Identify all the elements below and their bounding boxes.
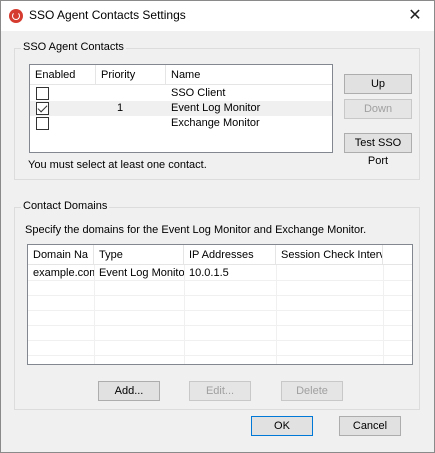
domains-list-header: Domain Na Type IP Addresses Session Chec… <box>28 245 412 265</box>
close-icon[interactable]: ✕ <box>404 5 426 27</box>
contact-name: Exchange Monitor <box>171 117 260 129</box>
contact-name: Event Log Monitor <box>171 102 261 114</box>
contact-domains-group: Contact Domains Specify the domains for … <box>14 200 420 410</box>
column-header-domain-name[interactable]: Domain Na <box>28 245 94 265</box>
delete-button[interactable]: Delete <box>281 381 343 401</box>
column-header-enabled[interactable]: Enabled <box>30 65 96 85</box>
edit-button[interactable]: Edit... <box>189 381 251 401</box>
domain-name: example.com <box>33 267 94 279</box>
window-title: SSO Agent Contacts Settings <box>29 8 186 22</box>
title-bar: SSO Agent Contacts Settings ✕ <box>1 1 434 31</box>
empty-row <box>28 296 412 311</box>
contact-domains-group-title: Contact Domains <box>21 200 110 212</box>
down-button[interactable]: Down <box>344 99 412 119</box>
sso-agent-contacts-group-title: SSO Agent Contacts <box>21 41 126 53</box>
dialog-window: SSO Agent Contacts Settings ✕ SSO Agent … <box>0 0 435 453</box>
contact-row-event-log-monitor[interactable]: 1 Event Log Monitor <box>30 101 332 116</box>
cancel-button[interactable]: Cancel <box>339 416 401 436</box>
domains-list[interactable]: Domain Na Type IP Addresses Session Chec… <box>27 244 413 365</box>
contact-priority: 1 <box>117 102 124 114</box>
domain-type: Event Log Monitor <box>99 267 184 279</box>
contact-priority <box>96 116 166 131</box>
domain-ip: 10.0.1.5 <box>189 267 229 279</box>
contacts-list[interactable]: Enabled Priority Name SSO Client 1 Event… <box>29 64 333 153</box>
column-header-session-check-interval[interactable]: Session Check Interval <box>276 245 383 265</box>
domain-interval <box>276 266 383 281</box>
column-header-ip-addresses[interactable]: IP Addresses <box>184 245 276 265</box>
contact-priority <box>96 86 166 101</box>
empty-row <box>28 341 412 356</box>
test-sso-port-button[interactable]: Test SSO Port <box>344 133 412 167</box>
column-header-priority[interactable]: Priority <box>96 65 166 85</box>
add-button[interactable]: Add... <box>98 381 160 401</box>
contacts-list-header: Enabled Priority Name <box>30 65 332 85</box>
enabled-checkbox-exchange-monitor[interactable] <box>36 117 49 130</box>
enabled-checkbox-event-log-monitor[interactable] <box>36 102 49 115</box>
up-button[interactable]: Up <box>344 74 412 94</box>
enabled-checkbox-sso-client[interactable] <box>36 87 49 100</box>
app-logo-icon <box>9 9 23 23</box>
column-header-type[interactable]: Type <box>94 245 184 265</box>
contacts-hint: You must select at least one contact. <box>28 159 207 171</box>
empty-row <box>28 311 412 326</box>
empty-row <box>28 281 412 296</box>
domains-description: Specify the domains for the Event Log Mo… <box>25 224 367 236</box>
domain-row[interactable]: example.com Event Log Monitor 10.0.1.5 <box>28 266 412 281</box>
contact-row-exchange-monitor[interactable]: Exchange Monitor <box>30 116 332 131</box>
ok-button[interactable]: OK <box>251 416 313 436</box>
contact-name: SSO Client <box>171 87 226 99</box>
empty-row <box>28 326 412 341</box>
contact-row-sso-client[interactable]: SSO Client <box>30 86 332 101</box>
sso-agent-contacts-group: SSO Agent Contacts Enabled Priority Name… <box>14 41 420 180</box>
column-header-name[interactable]: Name <box>166 65 332 85</box>
